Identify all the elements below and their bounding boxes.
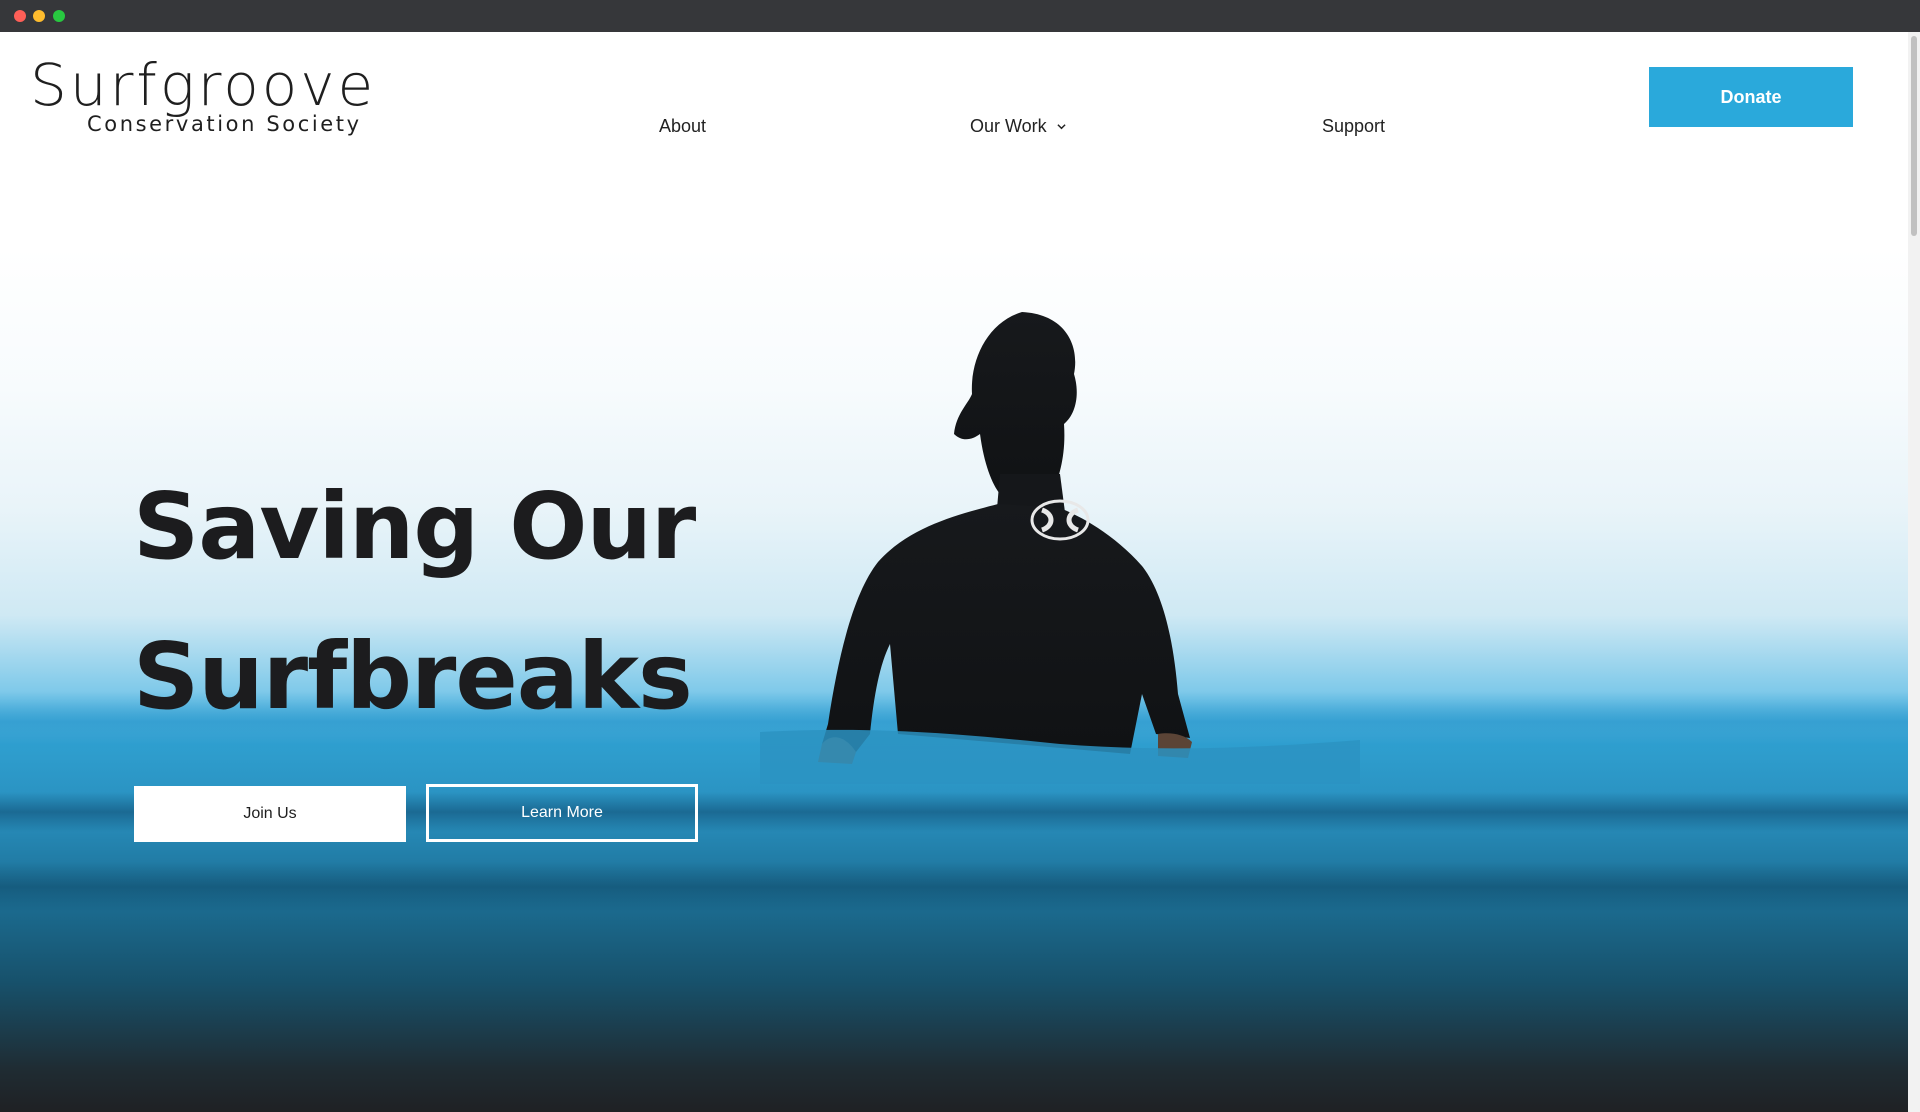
nav-item-label: About: [659, 116, 707, 136]
site-header: Surfgroove Conservation Society About Ou…: [0, 32, 1920, 162]
logo-tagline: Conservation Society: [87, 112, 362, 136]
logo-wordmark: Surfgroove: [30, 51, 377, 119]
page-scrollbar[interactable]: [1908, 32, 1920, 1112]
scrollbar-thumb[interactable]: [1911, 36, 1917, 236]
maximize-window-button[interactable]: [53, 10, 65, 22]
minimize-window-button[interactable]: [33, 10, 45, 22]
nav-item-about[interactable]: About: [659, 116, 706, 137]
donate-button[interactable]: Donate: [1649, 67, 1853, 127]
water-shadow: [0, 862, 1920, 912]
browser-titlebar: [0, 0, 1920, 32]
nav-item-support[interactable]: Support: [1322, 116, 1385, 137]
site-logo[interactable]: Surfgroove Conservation Society: [30, 51, 400, 136]
learn-more-button[interactable]: Learn More: [426, 784, 698, 842]
page-viewport: Surfgroove Conservation Society About Ou…: [0, 32, 1920, 1112]
chevron-down-icon: [1057, 124, 1066, 130]
hero-title-line: Surfbreaks: [133, 623, 693, 730]
hero-title-line: Saving Our: [133, 473, 696, 580]
hero-title: Saving Our Surfbreaks: [133, 452, 853, 752]
nav-item-label: Our Work: [970, 116, 1047, 136]
nav-item-our-work[interactable]: Our Work: [970, 116, 1066, 137]
close-window-button[interactable]: [14, 10, 26, 22]
nav-item-label: Support: [1322, 116, 1386, 136]
join-us-button[interactable]: Join Us: [134, 786, 406, 842]
